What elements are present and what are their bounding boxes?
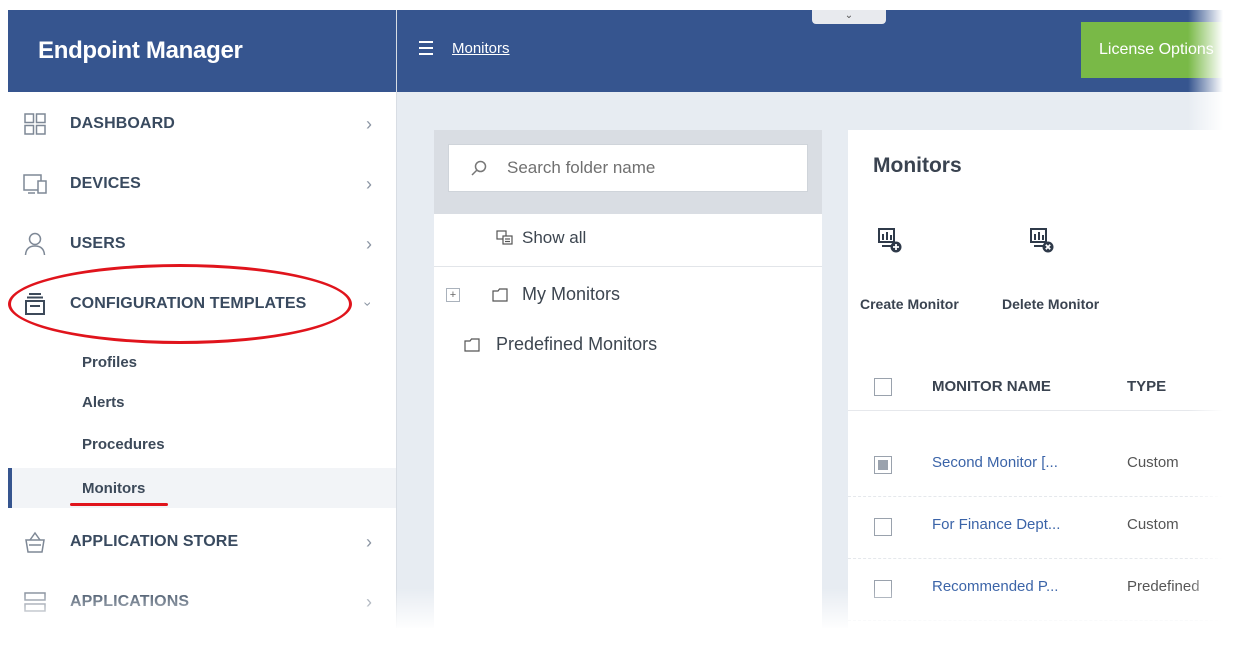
sidebar-subitem-procedures[interactable]: Procedures [8, 424, 396, 464]
chevron-right-icon: › [366, 591, 372, 612]
page-title: Monitors [873, 154, 962, 177]
sidebar-subitem-label: Procedures [82, 435, 165, 453]
applications-icon [22, 589, 48, 615]
hamburger-menu-icon[interactable] [419, 41, 433, 55]
monitor-type: Predefined [1127, 578, 1200, 595]
folder-icon [464, 338, 480, 352]
folder-search-bar [434, 130, 822, 214]
sidebar-item-users[interactable]: USERS › [8, 214, 396, 274]
sidebar-subitem-profiles[interactable]: Profiles [8, 342, 396, 382]
folder-my-monitors[interactable]: + My Monitors [434, 278, 822, 314]
folder-search-box [448, 144, 808, 192]
sidebar-item-applications[interactable]: APPLICATIONS › [8, 572, 396, 628]
top-bar: Monitors ⌄ License Options [397, 10, 1223, 92]
license-options-button[interactable]: License Options [1081, 22, 1223, 78]
monitor-name-link[interactable]: Second Monitor [... [932, 454, 1058, 471]
devices-icon [22, 171, 48, 197]
configuration-templates-icon [22, 291, 48, 317]
chevron-right-icon: › [366, 113, 372, 134]
folder-predefined-monitors[interactable]: Predefined Monitors [434, 328, 822, 364]
sidebar-item-devices[interactable]: DEVICES › [8, 154, 396, 214]
sidebar-item-label: APPLICATIONS [70, 593, 190, 610]
monitor-type: Custom [1127, 516, 1179, 533]
row-checkbox[interactable] [874, 518, 892, 536]
select-all-checkbox[interactable] [874, 378, 892, 396]
monitor-type: Custom [1127, 454, 1179, 471]
sidebar-item-label: APPLICATION STORE [70, 533, 239, 550]
monitor-name-link[interactable]: For Finance Dept... [932, 516, 1060, 533]
basket-icon [22, 529, 48, 555]
sidebar-subitem-label: Profiles [82, 353, 138, 371]
table-header: MONITOR NAME TYPE [848, 362, 1223, 411]
show-all-label: Show all [522, 228, 587, 247]
folder-search-input[interactable] [505, 157, 799, 179]
monitors-panel: Monitors Create Monitor Delete Monitor M… [848, 130, 1223, 628]
delete-monitor-label[interactable]: Delete Monitor [1002, 296, 1099, 312]
chevron-down-icon: ⌄ [844, 10, 854, 21]
chevron-down-icon: › [360, 301, 377, 307]
monitor-name-link[interactable]: Recommended P... [932, 578, 1058, 595]
create-monitor-label[interactable]: Create Monitor [860, 296, 959, 312]
delete-monitor-button[interactable] [1022, 228, 1062, 259]
sidebar-subitem-label: Alerts [82, 393, 125, 411]
annotation-underline [70, 503, 168, 506]
table-row[interactable]: For Finance Dept... Custom [848, 496, 1223, 559]
sidebar-item-dashboard[interactable]: DASHBOARD › [8, 94, 396, 154]
delete-monitor-icon [1030, 228, 1054, 253]
sidebar-item-label: DEVICES [70, 175, 141, 192]
row-checkbox[interactable] [874, 456, 892, 474]
sidebar: Endpoint Manager DASHBOARD › DEVICES › U… [8, 10, 397, 628]
search-icon [471, 160, 487, 176]
dashboard-grid-icon [22, 111, 48, 137]
endpoint-manager-app: Endpoint Manager DASHBOARD › DEVICES › U… [8, 10, 1223, 628]
column-header-monitor-name[interactable]: MONITOR NAME [932, 378, 1051, 395]
sidebar-item-label: CONFIGURATION TEMPLATES [70, 295, 307, 312]
chevron-right-icon: › [366, 531, 372, 552]
create-monitor-button[interactable] [870, 228, 910, 259]
expand-plus-icon[interactable]: + [446, 288, 460, 302]
row-checkbox[interactable] [874, 580, 892, 598]
sidebar-item-application-store[interactable]: APPLICATION STORE › [8, 512, 396, 572]
create-monitor-icon [878, 228, 902, 253]
column-header-type[interactable]: TYPE [1127, 378, 1166, 395]
sidebar-subitem-monitors[interactable]: Monitors [8, 468, 396, 508]
sidebar-item-configuration-templates[interactable]: CONFIGURATION TEMPLATES › [8, 274, 396, 334]
collapse-header-button[interactable]: ⌄ [812, 10, 886, 24]
brand-title: Endpoint Manager [8, 10, 396, 92]
table-row[interactable]: Second Monitor [... Custom [848, 434, 1223, 497]
sidebar-item-label: DASHBOARD [70, 115, 175, 132]
folder-label: My Monitors [522, 284, 621, 304]
sidebar-subitem-label: Monitors [82, 479, 146, 497]
show-all-icon [496, 230, 513, 245]
active-indicator [8, 468, 12, 508]
chevron-right-icon: › [366, 173, 372, 194]
user-icon [22, 231, 48, 257]
folder-label: Predefined Monitors [496, 334, 658, 354]
sidebar-subitem-alerts[interactable]: Alerts [8, 382, 396, 422]
breadcrumb-monitors[interactable]: Monitors [452, 40, 510, 57]
folder-icon [492, 288, 508, 302]
show-all-button[interactable]: Show all [434, 214, 822, 267]
chevron-right-icon: › [366, 233, 372, 254]
folder-panel: Show all + My Monitors Predefined Monito… [434, 130, 822, 628]
sidebar-item-label: USERS [70, 235, 126, 252]
table-row[interactable]: Recommended P... Predefined [848, 558, 1223, 621]
